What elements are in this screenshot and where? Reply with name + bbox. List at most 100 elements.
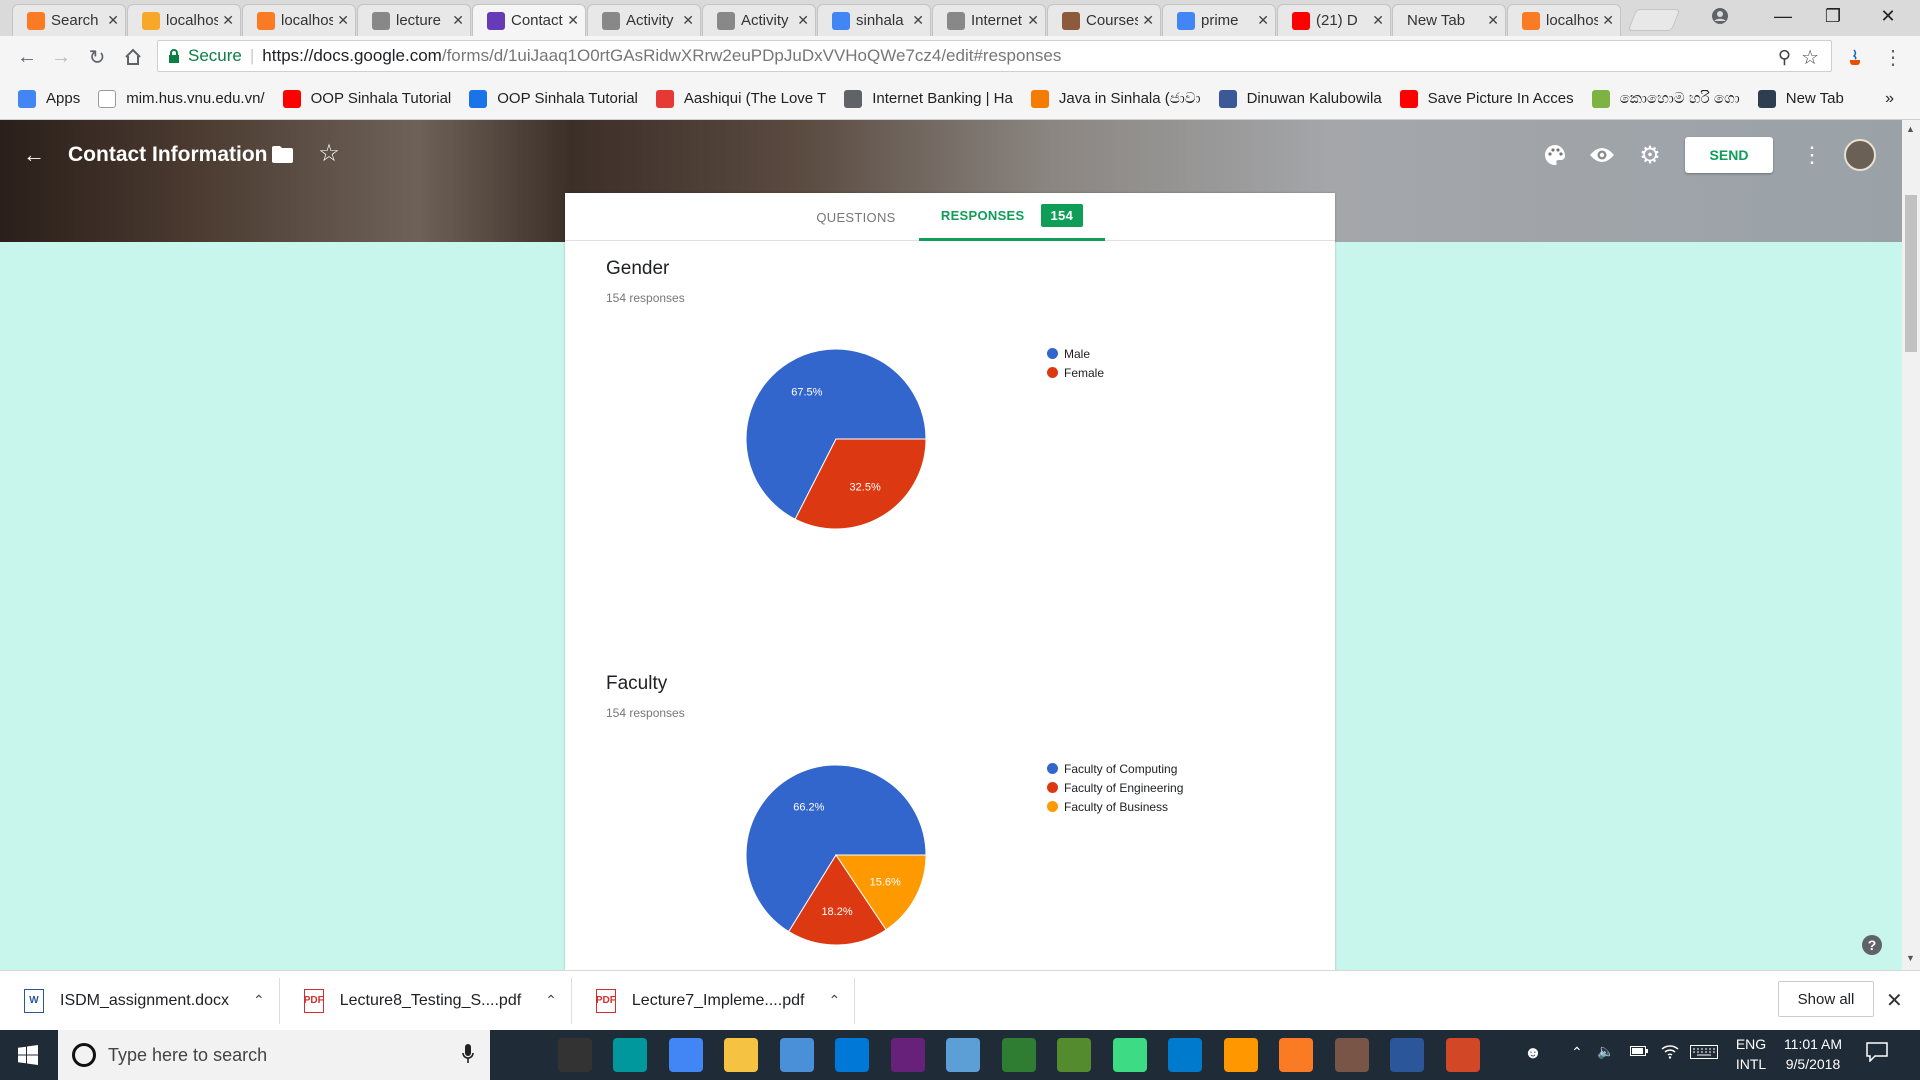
file-explorer-icon[interactable]: [724, 1038, 758, 1072]
home-icon[interactable]: [120, 44, 146, 70]
terminal-icon[interactable]: [557, 1038, 592, 1072]
microphone-icon[interactable]: [462, 1044, 474, 1064]
close-tab-icon[interactable]: ✕: [222, 12, 234, 29]
bookmark-item[interactable]: Internet Banking | Ha: [844, 89, 1013, 108]
back-arrow-icon[interactable]: ←: [22, 142, 46, 167]
star-icon[interactable]: ☆: [317, 140, 341, 167]
browser-tab[interactable]: lecture ✕: [357, 4, 471, 36]
volume-icon[interactable]: 🔈: [1597, 1043, 1614, 1060]
browser-tab[interactable]: prime ✕: [1162, 4, 1276, 36]
people-icon[interactable]: ☻: [1524, 1043, 1542, 1063]
language-indicator[interactable]: ENG INTL: [1733, 1036, 1769, 1072]
download-item[interactable]: PDF Lecture8_Testing_S....pdf ⌃: [280, 977, 572, 1024]
word-icon[interactable]: [1390, 1038, 1424, 1072]
android-studio-icon[interactable]: [1112, 1038, 1147, 1072]
task-view-icon[interactable]: [502, 1038, 536, 1072]
user-avatar[interactable]: [1844, 139, 1876, 171]
bookmark-item[interactable]: OOP Sinhala Tutorial: [469, 89, 638, 108]
arduino-icon[interactable]: [613, 1038, 647, 1072]
sublime-icon[interactable]: [1223, 1038, 1258, 1072]
close-tab-icon[interactable]: ✕: [1257, 12, 1269, 29]
scroll-down-icon[interactable]: ▼: [1906, 953, 1915, 963]
system-clock[interactable]: 11:01 AM 9/5/2018: [1780, 1036, 1846, 1072]
close-tab-icon[interactable]: ✕: [682, 12, 694, 29]
extension-java-icon[interactable]: [1842, 44, 1868, 70]
download-options-chevron-icon[interactable]: ⌃: [828, 992, 840, 1009]
start-button[interactable]: [0, 1030, 56, 1080]
reload-icon[interactable]: ↻: [84, 44, 110, 70]
close-tab-icon[interactable]: ✕: [452, 12, 464, 29]
action-center-icon[interactable]: [1866, 1042, 1888, 1062]
browser-tab[interactable]: Courses ✕: [1047, 4, 1161, 36]
browser-tab[interactable]: Search ✕: [12, 4, 126, 36]
battery-icon[interactable]: [1630, 1046, 1648, 1056]
palette-icon[interactable]: [1543, 143, 1567, 167]
bookmark-item[interactable]: කොහොම හරි ගො: [1591, 89, 1740, 108]
bookmark-item[interactable]: Dinuwan Kalubowila: [1218, 89, 1382, 108]
close-tab-icon[interactable]: ✕: [912, 12, 924, 29]
more-options-icon[interactable]: ⋮: [1801, 142, 1823, 167]
close-tab-icon[interactable]: ✕: [1027, 12, 1039, 29]
close-window-button[interactable]: ✕: [1865, 0, 1911, 32]
image-icon[interactable]: [1057, 1038, 1091, 1072]
download-options-chevron-icon[interactable]: ⌃: [545, 992, 557, 1009]
address-bar[interactable]: Secure | https://docs.google.com /forms/…: [157, 40, 1832, 72]
browser-tab[interactable]: sinhala ✕: [817, 4, 931, 36]
more-bookmarks-icon[interactable]: »: [1885, 90, 1894, 108]
restore-button[interactable]: ❐: [1810, 0, 1856, 32]
download-options-chevron-icon[interactable]: ⌃: [253, 992, 265, 1009]
minimize-button[interactable]: —: [1760, 0, 1806, 32]
settings-gear-icon[interactable]: ⚙: [1638, 142, 1662, 169]
tab-questions[interactable]: QUESTIONS: [790, 193, 922, 241]
download-item[interactable]: PDF Lecture7_Impleme....pdf ⌃: [572, 977, 856, 1024]
visual-studio-icon[interactable]: [890, 1038, 925, 1072]
help-icon[interactable]: ?: [1862, 935, 1882, 955]
bookmark-item[interactable]: Java in Sinhala (ජාවා: [1030, 89, 1201, 108]
tab-responses[interactable]: RESPONSES 154: [919, 193, 1105, 241]
tools-icon[interactable]: [1334, 1038, 1369, 1072]
scroll-up-icon[interactable]: ▲: [1906, 124, 1915, 134]
browser-tab[interactable]: Contact ✕: [472, 4, 586, 36]
download-item[interactable]: W ISDM_assignment.docx ⌃: [0, 977, 280, 1024]
bookmark-item[interactable]: New Tab: [1757, 89, 1844, 108]
bookmark-star-icon[interactable]: ☆: [1801, 45, 1819, 70]
back-icon[interactable]: ←: [14, 44, 40, 70]
forward-icon[interactable]: →: [48, 44, 74, 70]
keyboard-icon[interactable]: [1690, 1045, 1718, 1059]
vscode-icon[interactable]: [1168, 1038, 1202, 1072]
virtualbox-icon[interactable]: [779, 1038, 814, 1072]
xampp-icon[interactable]: [1279, 1038, 1313, 1072]
browser-tab[interactable]: Internet ✕: [932, 4, 1046, 36]
show-all-button[interactable]: Show all: [1778, 981, 1874, 1017]
close-tab-icon[interactable]: ✕: [107, 12, 119, 29]
store-icon[interactable]: [835, 1038, 869, 1072]
powerpoint-icon[interactable]: [1445, 1038, 1480, 1072]
browser-tab[interactable]: localhost✕: [242, 4, 356, 36]
close-tab-icon[interactable]: ✕: [1487, 12, 1499, 29]
zoom-search-icon[interactable]: ⚲: [1778, 47, 1791, 68]
chrome-icon[interactable]: [668, 1038, 703, 1072]
send-button[interactable]: SEND: [1685, 137, 1773, 173]
new-tab-button[interactable]: [1627, 9, 1681, 31]
close-tab-icon[interactable]: ✕: [1142, 12, 1154, 29]
preview-eye-icon[interactable]: [1589, 143, 1615, 167]
profile-icon[interactable]: [1697, 0, 1743, 32]
tray-chevron-icon[interactable]: ⌃: [1571, 1044, 1583, 1061]
browser-tab[interactable]: Activity ✕: [587, 4, 701, 36]
browser-tab[interactable]: (21) D ✕: [1277, 4, 1391, 36]
close-tab-icon[interactable]: ✕: [1372, 12, 1384, 29]
close-tab-icon[interactable]: ✕: [337, 12, 349, 29]
bookmark-item[interactable]: Apps: [18, 89, 80, 108]
folder-icon[interactable]: [271, 144, 293, 164]
browser-tab[interactable]: localhost✕: [1507, 4, 1621, 36]
wifi-icon[interactable]: [1661, 1043, 1679, 1059]
taskbar-search-box[interactable]: Type here to search: [58, 1030, 490, 1080]
bookmark-item[interactable]: Aashiqui (The Love T: [655, 89, 826, 108]
browser-tab[interactable]: Activity ✕: [702, 4, 816, 36]
paint-icon[interactable]: [946, 1038, 980, 1072]
chrome-menu-icon[interactable]: ⋮: [1880, 44, 1906, 70]
bookmark-item[interactable]: OOP Sinhala Tutorial: [282, 89, 451, 108]
bookmark-item[interactable]: mim.hus.vnu.edu.vn/: [98, 89, 265, 108]
close-tab-icon[interactable]: ✕: [567, 12, 579, 29]
browser-tab[interactable]: localhost✕: [127, 4, 241, 36]
